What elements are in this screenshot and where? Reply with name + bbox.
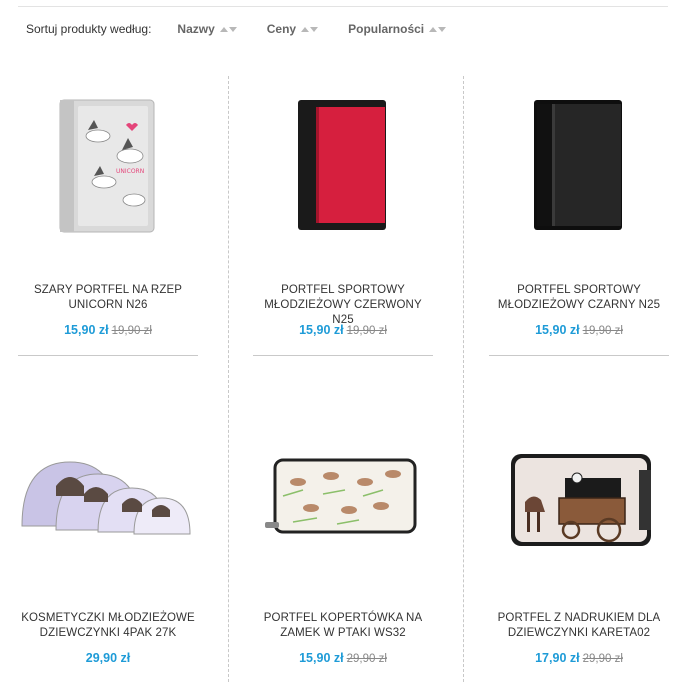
product-price: 15,90 zł <box>299 323 344 337</box>
product-title-line2[interactable]: ZAMEK W PTAKI WS32 <box>253 626 433 641</box>
product-old-price: 19,90 zł <box>111 325 152 337</box>
product-price: 17,90 zł <box>535 651 580 665</box>
product-price: 15,90 zł <box>535 323 580 337</box>
product-title-line1[interactable]: SZARY PORTFEL NA RZEP <box>18 283 198 298</box>
top-divider <box>18 6 668 7</box>
row-divider <box>253 355 433 356</box>
product-title-line1[interactable]: PORTFEL Z NADRUKIEM DLA <box>489 611 669 626</box>
product-old-price: 19,90 zł <box>582 325 623 337</box>
product-old-price: 19,90 zł <box>346 325 387 337</box>
product-card[interactable]: PORTFEL KOPERTÓWKA NA ZAMEK W PTAKI WS32… <box>253 406 433 665</box>
product-title-line2[interactable]: UNICORN N26 <box>18 298 198 313</box>
column-divider <box>228 76 229 682</box>
product-title-line1[interactable]: PORTFEL SPORTOWY <box>253 283 433 298</box>
product-image[interactable] <box>489 78 669 258</box>
sort-by-name[interactable]: Nazwy <box>177 22 237 36</box>
product-title-line2[interactable]: MŁODZIEŻOWY CZARNY N25 <box>489 298 669 313</box>
sort-by-price-label: Ceny <box>266 22 297 36</box>
product-title-line1[interactable]: KOSMETYCZKI MŁODZIEŻOWE <box>18 611 198 626</box>
sort-by-popularity-label: Popularności <box>348 22 425 36</box>
sort-arrows-icon <box>429 26 447 32</box>
product-image[interactable] <box>489 406 669 586</box>
sort-by-popularity[interactable]: Popularności <box>348 22 447 36</box>
sort-arrows-icon <box>219 26 237 32</box>
sort-label: Sortuj produkty według: <box>26 22 152 36</box>
product-image[interactable]: UNICORN <box>18 78 198 258</box>
product-image[interactable] <box>253 78 433 258</box>
product-image[interactable] <box>18 406 198 586</box>
product-price: 15,90 zł <box>299 651 344 665</box>
sort-by-name-label: Nazwy <box>177 22 215 36</box>
svg-text:UNICORN: UNICORN <box>116 168 144 175</box>
column-divider <box>463 76 464 682</box>
product-card[interactable]: PORTFEL SPORTOWY MŁODZIEŻOWY CZARNY N25 … <box>489 78 669 337</box>
sort-bar: Sortuj produkty według: Nazwy Ceny Popul… <box>26 20 476 38</box>
product-old-price: 29,90 zł <box>582 653 623 665</box>
product-card[interactable]: KOSMETYCZKI MŁODZIEŻOWE DZIEWCZYNKI 4PAK… <box>18 406 198 665</box>
sort-by-price[interactable]: Ceny <box>266 22 319 36</box>
product-card[interactable]: PORTFEL SPORTOWY MŁODZIEŻOWY CZERWONY N2… <box>253 78 433 337</box>
product-image[interactable] <box>253 406 433 586</box>
row-divider <box>18 355 198 356</box>
product-price: 29,90 zł <box>85 651 131 665</box>
product-title-line1[interactable]: PORTFEL SPORTOWY <box>489 283 669 298</box>
product-title-line1[interactable]: PORTFEL KOPERTÓWKA NA <box>253 611 433 626</box>
product-card[interactable]: UNICORN SZARY PORTFEL NA RZEP UNICORN N2… <box>18 78 198 337</box>
product-title-line2[interactable]: DZIEWCZYNKI 4PAK 27K <box>18 626 198 641</box>
sort-arrows-icon <box>301 26 319 32</box>
row-divider <box>489 355 669 356</box>
product-price: 15,90 zł <box>64 323 109 337</box>
product-old-price: 29,90 zł <box>346 653 387 665</box>
product-title-line2[interactable]: DZIEWCZYNKI KARETA02 <box>489 626 669 641</box>
product-card[interactable]: PORTFEL Z NADRUKIEM DLA DZIEWCZYNKI KARE… <box>489 406 669 665</box>
